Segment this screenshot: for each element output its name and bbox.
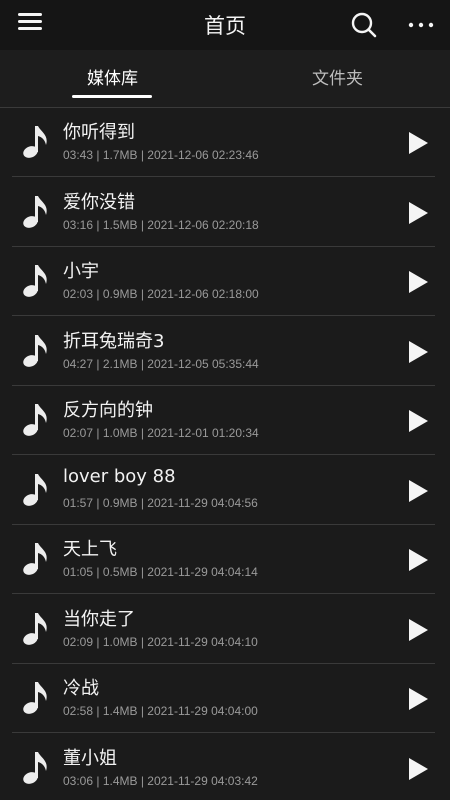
music-note-icon <box>20 262 50 300</box>
song-list-item[interactable]: 反方向的钟 02:07 | 1.0MB | 2021-12-01 01:20:34 <box>0 386 435 455</box>
play-icon[interactable] <box>402 128 432 158</box>
song-title: 爱你没错 <box>63 191 135 213</box>
song-list[interactable]: 你听得到 03:43 | 1.7MB | 2021-12-06 02:23:46 爱… <box>0 108 450 800</box>
song-title: 天上飞 <box>63 539 117 560</box>
music-note-icon <box>20 193 50 231</box>
tab-folder[interactable]: 文件夹 <box>225 50 450 108</box>
song-title: 董小姐 <box>63 747 117 769</box>
top-app-bar: 首页 <box>0 0 450 50</box>
music-note-icon <box>20 749 50 787</box>
tab-media-library[interactable]: 媒体库 <box>0 50 225 108</box>
play-icon[interactable] <box>402 684 432 714</box>
play-icon[interactable] <box>402 406 432 436</box>
music-note-icon <box>20 610 50 648</box>
song-list-item[interactable]: 天上飞 01:05 | 0.5MB | 2021-11-29 04:04:14 <box>0 525 435 594</box>
play-icon[interactable] <box>402 615 432 645</box>
play-icon[interactable] <box>402 545 432 575</box>
song-list-item[interactable]: 当你走了 02:09 | 1.0MB | 2021-11-29 04:04:10 <box>0 595 435 664</box>
play-icon[interactable] <box>402 337 432 367</box>
music-note-icon <box>20 123 50 161</box>
app-screen: 首页 媒体库 文件夹 你听得到 03:43 | 1.7MB | 2021-12-0… <box>0 0 450 800</box>
song-title: 当你走了 <box>63 608 135 630</box>
music-note-icon <box>20 471 50 509</box>
song-title: 折耳兔瑞奇3 <box>63 330 165 352</box>
song-title: 反方向的钟 <box>63 400 153 421</box>
play-icon[interactable] <box>402 267 432 297</box>
song-title: 小宇 <box>63 261 99 282</box>
music-note-icon <box>20 401 50 439</box>
song-meta: 03:06 | 1.4MB | 2021-11-29 04:03:42 <box>63 773 258 788</box>
song-list-item[interactable]: lover boy 88 01:57 | 0.9MB | 2021-11-29 0… <box>0 456 435 525</box>
song-meta: 03:43 | 1.7MB | 2021-12-06 02:23:46 <box>63 148 259 162</box>
song-meta: 02:07 | 1.0MB | 2021-12-01 01:20:34 <box>63 426 259 440</box>
song-list-item[interactable]: 折耳兔瑞奇3 04:27 | 2.1MB | 2021-12-05 05:35:4… <box>0 317 435 386</box>
music-note-icon <box>20 332 50 370</box>
hamburger-menu-icon[interactable] <box>18 10 52 38</box>
song-meta: 04:27 | 2.1MB | 2021-12-05 05:35:44 <box>63 356 259 371</box>
song-list-item[interactable]: 你听得到 03:43 | 1.7MB | 2021-12-06 02:23:46 <box>0 108 435 177</box>
search-icon[interactable] <box>349 10 379 40</box>
play-icon[interactable] <box>402 754 432 784</box>
song-meta: 03:16 | 1.5MB | 2021-12-06 02:20:18 <box>63 217 259 232</box>
music-note-icon <box>20 679 50 717</box>
play-icon[interactable] <box>402 198 432 228</box>
song-meta: 02:09 | 1.0MB | 2021-11-29 04:04:10 <box>63 634 258 649</box>
song-meta: 02:58 | 1.4MB | 2021-11-29 04:04:00 <box>63 704 258 718</box>
music-note-icon <box>20 540 50 578</box>
song-list-item[interactable]: 冷战 02:58 | 1.4MB | 2021-11-29 04:04:00 <box>0 664 435 733</box>
more-dots-icon[interactable] <box>405 12 437 38</box>
song-list-item[interactable]: 爱你没错 03:16 | 1.5MB | 2021-12-06 02:20:18 <box>0 178 435 247</box>
song-title: 你听得到 <box>63 122 135 143</box>
active-tab-indicator <box>72 95 152 98</box>
song-title: lover boy 88 <box>63 465 176 487</box>
song-title: 冷战 <box>63 678 99 699</box>
play-icon[interactable] <box>402 476 432 506</box>
tab-bar: 媒体库 文件夹 <box>0 50 450 108</box>
song-meta: 01:05 | 0.5MB | 2021-11-29 04:04:14 <box>63 565 258 579</box>
song-list-item[interactable]: 董小姐 03:06 | 1.4MB | 2021-11-29 04:03:42 <box>0 734 435 800</box>
song-meta: 01:57 | 0.9MB | 2021-11-29 04:04:56 <box>63 495 258 510</box>
page-title: 首页 <box>204 14 246 38</box>
song-list-item[interactable]: 小宇 02:03 | 0.9MB | 2021-12-06 02:18:00 <box>0 247 435 316</box>
song-meta: 02:03 | 0.9MB | 2021-12-06 02:18:00 <box>63 287 259 301</box>
